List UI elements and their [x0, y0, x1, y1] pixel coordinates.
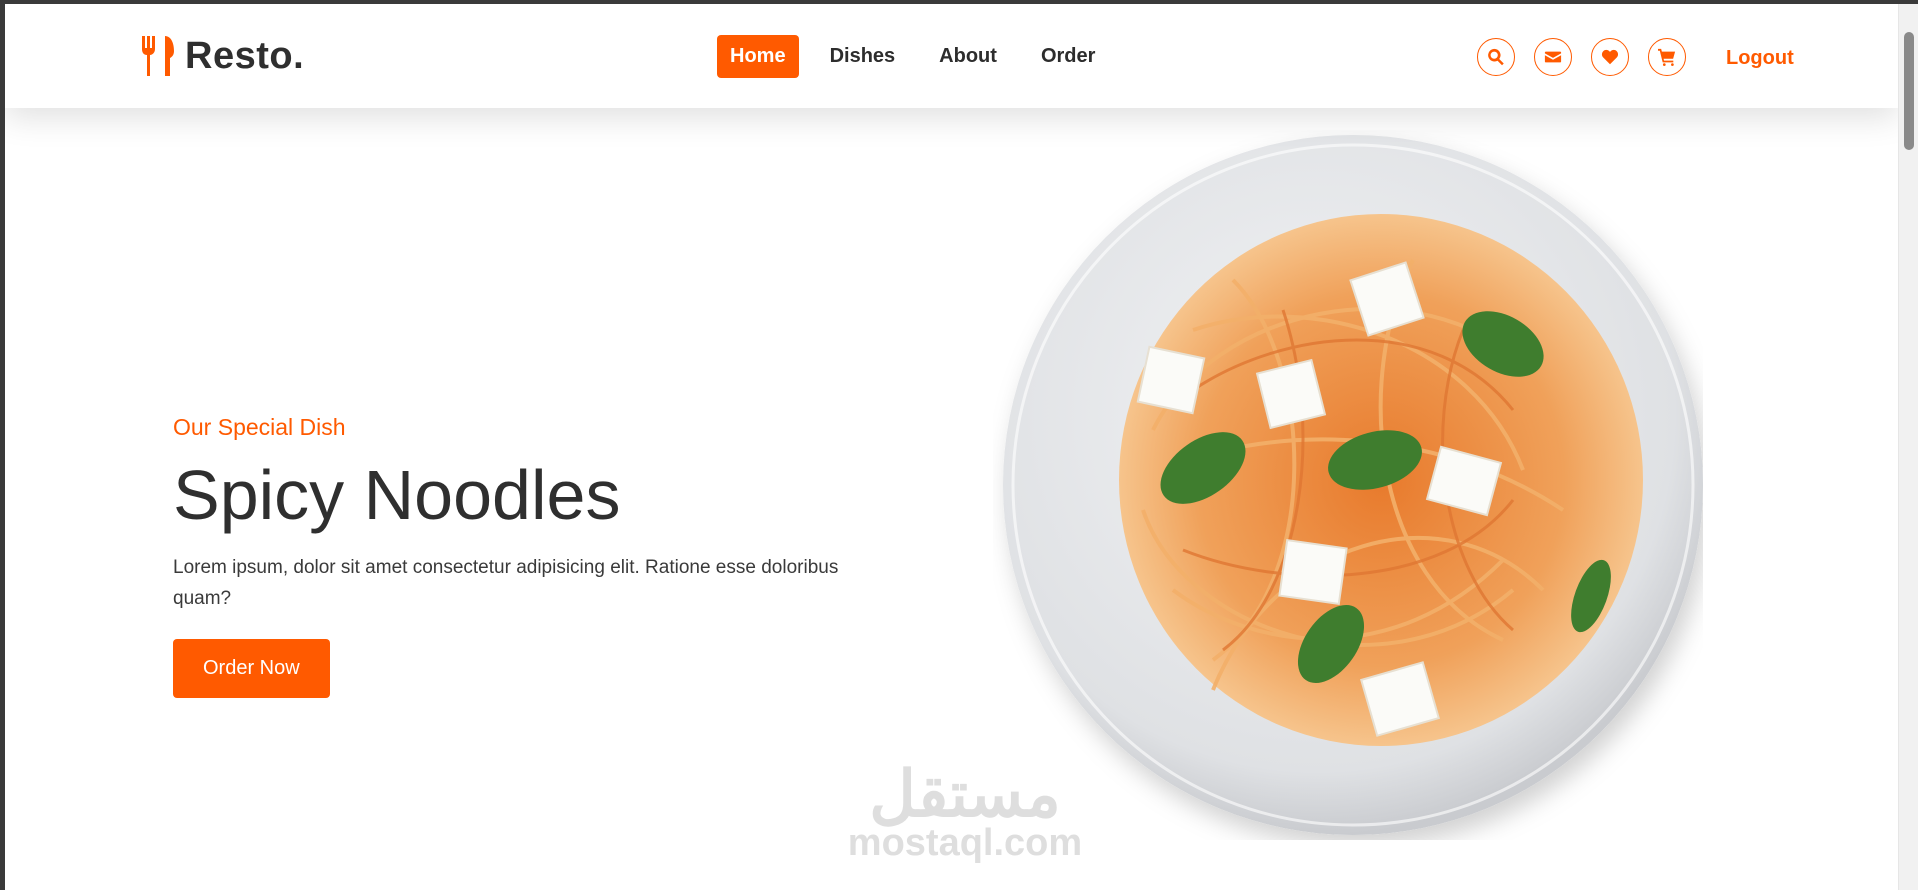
utensils-icon [142, 36, 174, 76]
favorites-button[interactable] [1591, 38, 1629, 76]
spaghetti-plate-image [1003, 135, 1703, 835]
site-header: Resto. Home Dishes About Order Logout [5, 4, 1898, 108]
nav-order[interactable]: Order [1028, 35, 1108, 78]
order-now-button[interactable]: Order Now [173, 638, 330, 698]
header-icons [1477, 38, 1705, 76]
hero-subtitle: Our Special Dish [173, 414, 346, 440]
hero-title: Spicy Noodles [173, 456, 621, 534]
logo[interactable]: Resto. [139, 34, 304, 78]
main-nav: Home Dishes About Order [717, 35, 1126, 78]
mail-button[interactable] [1534, 38, 1572, 76]
page-viewport: Resto. Home Dishes About Order Logout Ou… [5, 4, 1898, 890]
cart-icon [1658, 48, 1676, 66]
logo-text: Resto. [185, 34, 305, 77]
scrollbar-thumb[interactable] [1904, 32, 1914, 150]
watermark-arabic: مستقل [869, 758, 1061, 830]
hero-description: Lorem ipsum, dolor sit amet consectetur … [173, 557, 839, 610]
search-button[interactable] [1477, 38, 1515, 76]
nav-home[interactable]: Home [717, 35, 799, 78]
envelope-icon [1544, 51, 1562, 63]
search-icon [1488, 48, 1504, 66]
vertical-scrollbar[interactable] [1898, 4, 1918, 890]
cart-button[interactable] [1648, 38, 1686, 76]
nav-about[interactable]: About [926, 35, 1010, 78]
nav-dishes[interactable]: Dishes [817, 35, 909, 78]
watermark: مستقل mostaql.com [845, 762, 1085, 865]
hero-section: Our Special Dish Spicy Noodles Lorem ips… [173, 414, 893, 698]
watermark-latin: mostaql.com [847, 822, 1083, 864]
heart-icon [1601, 49, 1619, 65]
logout-link[interactable]: Logout [1726, 47, 1794, 70]
